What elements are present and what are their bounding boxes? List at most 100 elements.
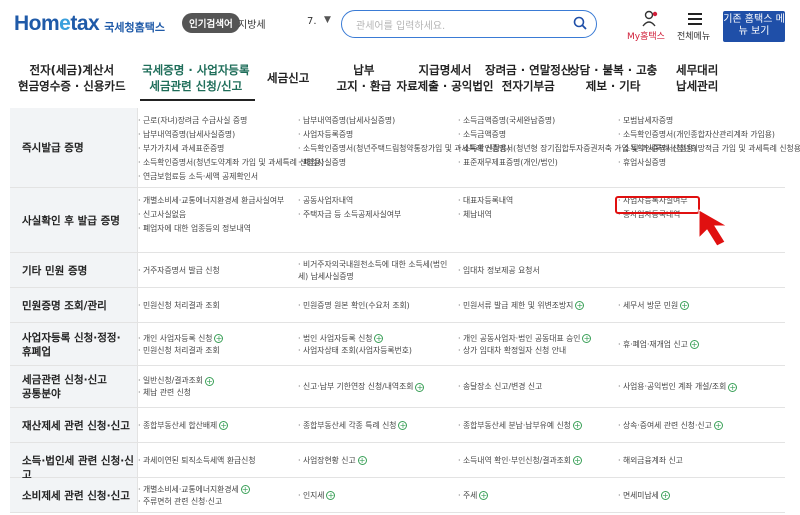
menu-link[interactable]: · 공동사업자내역 [298, 195, 353, 206]
menu-link[interactable]: · 세무서 방문 민원 + [618, 300, 690, 311]
menu-link[interactable]: · 사업장현황 신고 + [298, 455, 367, 466]
nav-tab-2[interactable]: 세금신고 [267, 70, 309, 86]
plus-circle-icon[interactable]: + [728, 382, 738, 392]
plus-circle-icon[interactable]: + [572, 456, 582, 465]
menu-link[interactable]: · 민원증명 원본 확인(수요처 조회) [298, 300, 410, 311]
menu-link[interactable]: · 법인 사업자등록 신청 + [298, 333, 384, 344]
nav-tab-line: 지급명세서 [418, 63, 472, 77]
chevron-down-icon[interactable]: ▼ [324, 15, 331, 25]
all-menu-link[interactable]: 전체메뉴 [677, 29, 710, 42]
nav-tab-6[interactable]: 상담 · 불복 · 고충 제보 · 기타 [569, 62, 657, 94]
nav-tab-4[interactable]: 지급명세서 자료제출 · 공익법인 [397, 62, 494, 94]
menu-link[interactable]: · 민원신청 처리결과 조회 [138, 345, 220, 356]
menu-link[interactable]: · 비거주자의국내원천소득에 대한 소득세(법인 [298, 259, 447, 270]
menu-link[interactable]: · 개별소비세·교통에너지환경세 환급사실여부 [138, 195, 284, 206]
menu-link[interactable]: · 주류면허 관련 신청·신고 [138, 496, 222, 507]
menu-link[interactable]: · 휴업사실증명 [618, 157, 666, 168]
menu-link[interactable]: · 일반신청/결과조회 + [138, 375, 214, 386]
menu-link[interactable]: · 개인 사업자등록 신청 + [138, 333, 224, 344]
menu-link[interactable]: · 신고·납부 기한연장 신청/내역조회 + [298, 381, 425, 392]
menu-link[interactable]: · 연금보험료등 소득·세액 공제확인서 [138, 171, 258, 182]
menu-link[interactable]: · 주택자금 등 소득공제사실여부 [298, 209, 401, 220]
menu-link[interactable]: · 소득금액증명 [458, 129, 506, 140]
menu-link[interactable]: · 폐업자에 대한 업종등의 정보내역 [138, 223, 251, 234]
menu-link[interactable]: · 상가 임대차 확정일자 신청 안내 [458, 345, 566, 356]
nav-tab-1[interactable]: 국세증명 · 사업자등록 세금관련 신청/신고 [142, 62, 250, 94]
menu-link[interactable]: · 근로(자녀)장려금 수급사실 증명 [138, 115, 247, 126]
menu-link[interactable]: · 상속·증여세 관련 신청·신고 + [618, 420, 723, 431]
menu-link[interactable]: · 사업자상태 조회(사업자등록번호) [298, 345, 412, 356]
menu-link[interactable]: · 주세 + [458, 490, 489, 501]
menu-link[interactable]: · 임대차 정보제공 요청서 [458, 265, 540, 276]
menu-link[interactable]: · 소득금액증명(국세완납증명) [458, 115, 555, 126]
popular-keyword[interactable]: 지방세 [238, 16, 266, 31]
plus-circle-icon[interactable]: + [575, 301, 585, 310]
menu-link[interactable]: · 거주자증명서 발급 신청 [138, 265, 220, 276]
popular-rank: 7. [307, 16, 317, 27]
menu-link[interactable]: · 폐업사실증명 [298, 157, 346, 168]
plus-circle-icon[interactable]: + [214, 334, 224, 343]
plus-circle-icon[interactable]: + [680, 301, 690, 310]
menu-link-label: · 근로(자녀)장려금 수급사실 증명 [138, 116, 248, 125]
menu-link[interactable]: · 휴·폐업·재개업 신고 + [618, 339, 699, 350]
menu-link[interactable]: · 민원신청 처리결과 조회 [138, 300, 220, 311]
plus-circle-icon[interactable]: + [219, 421, 229, 430]
menu-link[interactable]: · 납부내역증명(납세사실증명) [298, 115, 395, 126]
classic-menu-button[interactable]: 기존 홈택스 메뉴 보기 [723, 11, 785, 42]
menu-link[interactable]: · 과세이연된 퇴직소득세액 환급신청 [138, 455, 256, 466]
menu-link[interactable]: · 사업용·공익법인 계좌 개설/조회 + [618, 381, 738, 392]
plus-circle-icon[interactable]: + [204, 376, 214, 386]
nav-tab-5[interactable]: 장려금 · 연말정산 전자기부금 [485, 62, 571, 94]
menu-link[interactable]: · 종합부동산세 분납·납부유예 신청 + [458, 420, 582, 431]
menu-link[interactable]: · 소득확인증명서(개인종합자산관리계좌 가입용) [618, 129, 775, 140]
menu-link[interactable]: · 개인 공동사업자·법인 공동대표 승인 + [458, 333, 592, 344]
menu-link[interactable]: 세) 납세사실증명 [298, 271, 354, 282]
menu-link[interactable]: · 납부내역증명(납세사실증명) [138, 129, 235, 140]
plus-circle-icon[interactable]: + [326, 491, 336, 500]
menu-link[interactable]: · 체납내역 [458, 209, 492, 220]
hometax-logo[interactable]: Hometax 국세청홈택스 [14, 12, 165, 36]
menu-link[interactable]: · 대표자등록내역 [458, 195, 513, 206]
row-title: 민원증명 조회/관리 [22, 299, 107, 313]
plus-circle-icon[interactable]: + [582, 334, 592, 343]
table-row: 소비제세 관련 신청·신고 · 개별소비세·교통에너지환경세 + · 주류면허 관련 … [10, 478, 785, 513]
search-input[interactable]: 관세어를 입력하세요. [341, 10, 597, 38]
menu-link[interactable]: · 인지세 + [298, 490, 336, 501]
menu-link[interactable]: · 표준재무제표증명(개인/법인) [458, 157, 558, 168]
plus-circle-icon[interactable]: + [240, 485, 250, 494]
menu-link[interactable]: · 체납 관련 신청 [138, 387, 191, 398]
plus-circle-icon[interactable]: + [415, 382, 425, 392]
plus-circle-icon[interactable]: + [398, 421, 408, 430]
plus-circle-icon[interactable]: + [572, 421, 582, 430]
menu-link[interactable]: · 종합부동산세 각종 특례 신청 + [298, 420, 408, 431]
plus-circle-icon[interactable]: + [357, 456, 367, 465]
nav-tab-0[interactable]: 전자(세금)계산서 현금영수증 · 신용카드 [18, 62, 126, 94]
menu-link[interactable]: · 부가가치세 과세표준증명 [138, 143, 224, 154]
user-icon[interactable] [641, 10, 659, 28]
nav-tab-3[interactable]: 납부 고지 · 환급 [337, 62, 392, 94]
menu-link[interactable]: · 모범납세자증명 [618, 115, 673, 126]
menu-link[interactable]: · 민원서류 발급 제한 및 위변조방지 + [458, 300, 585, 311]
plus-circle-icon[interactable]: + [374, 334, 384, 343]
menu-link[interactable]: · 개별소비세·교통에너지환경세 + [138, 484, 250, 495]
nav-tab-7[interactable]: 세무대리 납세관리 [676, 62, 718, 94]
menu-link[interactable]: · 면세미납세 + [618, 490, 670, 501]
my-hometax-link[interactable]: My홈택스 [627, 29, 665, 42]
menu-link-label: · 임대차 정보제공 요청서 [458, 265, 540, 275]
plus-circle-icon[interactable]: + [479, 491, 489, 500]
menu-link[interactable]: · 해외금융계좌 신고 [618, 455, 683, 466]
search-icon[interactable] [573, 16, 587, 30]
menu-link[interactable]: · 사업자등록증명 [298, 129, 353, 140]
table-row: 소득·법인세 관련 신청·신고 · 과세이연된 퇴직소득세액 환급신청 · 사업장현… [10, 443, 785, 481]
menu-link[interactable]: · 소득확인증명서(청년도약계좌 가입 및 과세특례 신청용) [138, 157, 324, 168]
menu-link[interactable]: · 소득내역 확인·부인신청/결과조회 + [458, 455, 582, 466]
menu-link[interactable]: · 종합부동산세 합산배제 + [138, 420, 229, 431]
plus-circle-icon[interactable]: + [713, 421, 723, 430]
plus-circle-icon[interactable]: + [689, 340, 699, 349]
plus-circle-icon[interactable]: + [660, 491, 670, 500]
menu-link[interactable]: · 소득확인증명서(청년희망적금 가입 및 과세특례 신청용) [618, 143, 800, 154]
hamburger-menu-icon[interactable] [688, 13, 702, 25]
menu-link[interactable]: · 송달장소 신고/변경 신고 [458, 381, 542, 392]
menu-link-label: · 사업자등록증명 [298, 130, 354, 139]
menu-link[interactable]: · 신고사실없음 [138, 209, 186, 220]
